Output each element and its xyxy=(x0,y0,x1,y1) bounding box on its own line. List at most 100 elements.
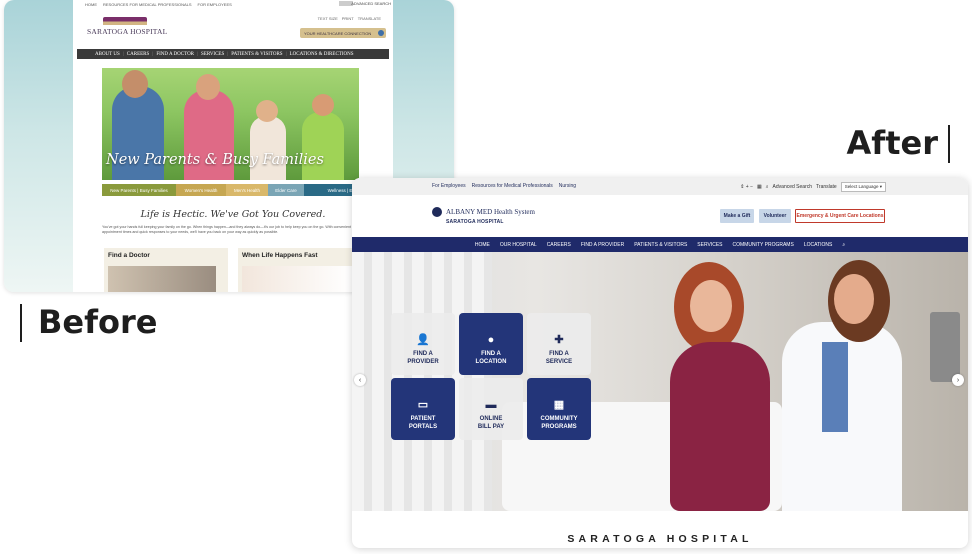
old-logo-mark xyxy=(103,17,147,25)
carousel-next-arrow[interactable]: › xyxy=(952,374,964,386)
brand-logo[interactable]: ALBANY MED Health System xyxy=(432,207,535,217)
old-link-home[interactable]: HOME xyxy=(85,2,97,7)
hero-patient-face xyxy=(690,280,732,332)
old-box-image xyxy=(108,266,216,292)
old-nav-divider: | xyxy=(227,51,229,57)
link-medical-professionals[interactable]: Resources for Medical Professionals xyxy=(472,183,553,189)
old-tab-mens[interactable]: Men's Health xyxy=(226,184,268,196)
tile-community-programs[interactable]: ▦ COMMUNITY PROGRAMS xyxy=(527,378,591,440)
tile-label-line2: SERVICE xyxy=(545,359,573,365)
credit-card-icon: ▬ xyxy=(485,399,497,411)
nav-our-hospital[interactable]: OUR HOSPITAL xyxy=(500,242,537,248)
old-find-doctor-box[interactable]: Find a Doctor xyxy=(104,248,228,292)
monitor-icon: ▭ xyxy=(417,399,429,411)
old-box-title: Find a Doctor xyxy=(108,252,150,259)
tile-patient-portals[interactable]: ▭ PATIENT PORTALS xyxy=(391,378,455,440)
hero-medical-monitor xyxy=(930,312,960,382)
tile-label-line2: BILL PAY xyxy=(477,424,505,430)
brand-hospital-name: SARATOGA HOSPITAL xyxy=(446,219,504,225)
print-icon[interactable]: ▦ xyxy=(757,184,762,190)
tile-label-line1: PATIENT xyxy=(410,416,436,422)
old-nav-find-doctor[interactable]: FIND A DOCTOR xyxy=(156,52,194,57)
calendar-icon: ▦ xyxy=(553,399,565,411)
old-box-title: When Life Happens Fast xyxy=(242,252,318,259)
link-nursing[interactable]: Nursing xyxy=(559,183,576,189)
tile-label-line1: COMMUNITY xyxy=(540,416,578,422)
hero-doctor-face xyxy=(834,274,874,324)
nav-find-provider[interactable]: FIND A PROVIDER xyxy=(581,242,624,248)
tile-find-service[interactable]: ✚ FIND A SERVICE xyxy=(527,313,591,375)
old-nav-divider: | xyxy=(197,51,199,57)
map-pin-icon: ● xyxy=(487,334,495,346)
tile-label-line1: FIND A xyxy=(413,351,433,357)
old-tab-elder[interactable]: Elder Care xyxy=(268,184,304,196)
old-translate[interactable]: TRANSLATE xyxy=(358,16,381,21)
old-nav-about[interactable]: ABOUT US xyxy=(95,52,120,57)
old-utility-links: TEXT SIZE PRINT TRANSLATE xyxy=(318,16,381,21)
old-print[interactable]: PRINT xyxy=(342,16,354,21)
language-select[interactable]: Select Language ▾ xyxy=(840,182,886,192)
nav-services[interactable]: SERVICES xyxy=(697,242,722,248)
hero-person xyxy=(250,116,286,180)
old-nav-divider: | xyxy=(285,51,287,57)
old-advanced-search-link[interactable]: ADVANCED SEARCH xyxy=(351,1,391,6)
tile-find-provider[interactable]: 👤 FIND A PROVIDER xyxy=(391,313,455,375)
hero-patient xyxy=(670,342,770,511)
doctor-icon: 👤 xyxy=(416,334,430,346)
link-for-employees[interactable]: For Employees xyxy=(432,183,466,189)
hero-doctor-shirt xyxy=(822,342,848,432)
utility-bar: For Employees Resources for Medical Prof… xyxy=(352,178,968,195)
carousel-prev-arrow[interactable]: ‹ xyxy=(354,374,366,386)
after-label: After xyxy=(846,124,938,162)
nav-search-icon[interactable]: ⌕ xyxy=(842,242,845,248)
old-text-size[interactable]: TEXT SIZE xyxy=(318,16,338,21)
volunteer-button[interactable]: Volunteer xyxy=(759,209,791,223)
search-icon[interactable]: ⌕ xyxy=(766,184,769,190)
hero-person xyxy=(302,112,344,180)
tile-online-bill-pay[interactable]: ▬ ONLINE BILL PAY xyxy=(459,378,523,440)
old-website-page: HOME RESOURCES FOR MEDICAL PROFESSIONALS… xyxy=(73,0,393,292)
translate-label: Translate xyxy=(816,184,837,190)
old-tab-womens[interactable]: Women's Health xyxy=(176,184,226,196)
old-nav-services[interactable]: SERVICES xyxy=(201,52,224,57)
main-nav: HOME OUR HOSPITAL CAREERS FIND A PROVIDE… xyxy=(352,237,968,252)
nav-locations[interactable]: LOCATIONS xyxy=(804,242,833,248)
advanced-search-link[interactable]: Advanced Search xyxy=(773,184,812,190)
old-nav-patients[interactable]: PATIENTS & VISITORS xyxy=(231,52,282,57)
old-nav-locations[interactable]: LOCATIONS & DIRECTIONS xyxy=(290,52,354,57)
old-nav-divider: | xyxy=(152,51,154,57)
hero-person-head xyxy=(256,100,278,122)
old-link-employees[interactable]: FOR EMPLOYEES xyxy=(198,2,232,7)
old-nav-careers[interactable]: CAREERS xyxy=(127,52,150,57)
old-connection-button[interactable]: YOUR HEALTHCARE CONNECTION xyxy=(300,28,386,38)
hero-banner: 👤 FIND A PROVIDER ● FIND A LOCATION ✚ FI… xyxy=(352,252,968,511)
nav-community-programs[interactable]: COMMUNITY PROGRAMS xyxy=(733,242,794,248)
text-size-icon[interactable]: ⇕ + − xyxy=(740,184,753,190)
nav-home[interactable]: HOME xyxy=(475,242,490,248)
old-connection-icon xyxy=(378,30,384,36)
nav-patients-visitors[interactable]: PATIENTS & VISITORS xyxy=(634,242,687,248)
after-label-divider xyxy=(948,125,950,163)
make-gift-button[interactable]: Make a Gift xyxy=(720,209,754,223)
tile-label-line1: ONLINE xyxy=(479,416,503,422)
after-screenshot: For Employees Resources for Medical Prof… xyxy=(352,178,968,548)
old-tab-families[interactable]: New Parents | Busy Families xyxy=(102,184,176,196)
old-connection-label: YOUR HEALTHCARE CONNECTION xyxy=(304,30,372,36)
hero-person-head xyxy=(122,70,148,98)
plus-icon: ✚ xyxy=(554,334,564,346)
tile-find-location[interactable]: ● FIND A LOCATION xyxy=(459,313,523,375)
tile-label-line2: LOCATION xyxy=(475,359,507,365)
tile-label-line2: PROVIDER xyxy=(407,359,439,365)
old-logo[interactable]: SARATOGA HOSPITAL xyxy=(87,27,167,36)
albany-med-logo-icon xyxy=(432,207,442,217)
brand-system-name: ALBANY MED Health System xyxy=(446,208,535,216)
nav-careers[interactable]: CAREERS xyxy=(547,242,571,248)
old-main-nav: ABOUT US | CAREERS | FIND A DOCTOR | SERVIC… xyxy=(77,49,389,59)
old-hero-title: New Parents & Busy Families xyxy=(106,152,324,168)
old-hero-image: New Parents & Busy Families xyxy=(102,68,359,180)
old-link-resources[interactable]: RESOURCES FOR MEDICAL PROFESSIONALS xyxy=(103,2,192,7)
emergency-locations-button[interactable]: Emergency & Urgent Care Locations xyxy=(795,209,885,223)
old-box-image xyxy=(242,266,352,292)
tile-label-line1: FIND A xyxy=(549,351,569,357)
old-tagline: Life is Hectic. We've Got You Covered. xyxy=(140,209,326,220)
